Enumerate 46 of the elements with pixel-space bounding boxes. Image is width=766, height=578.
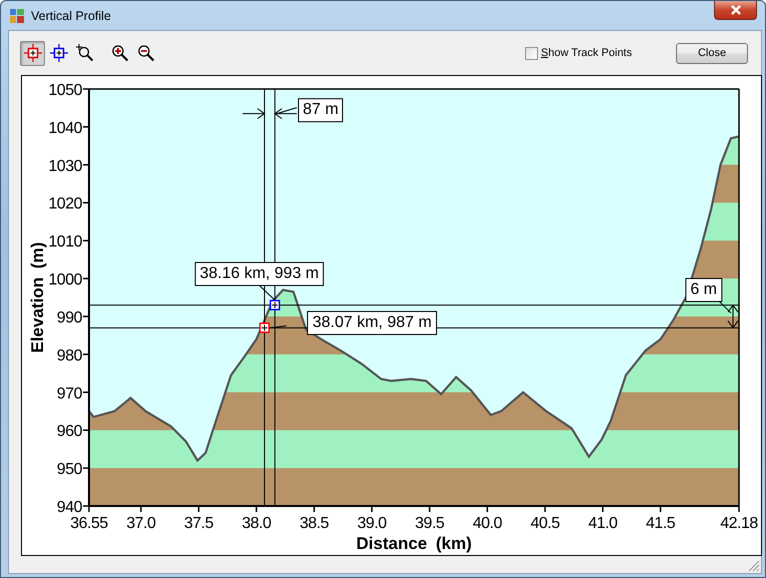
y-tick-label: 1000 xyxy=(48,272,82,289)
checkbox-label[interactable]: Show Track Points xyxy=(540,47,632,59)
leader-line xyxy=(276,107,298,114)
y-tick-label: 1030 xyxy=(48,158,82,175)
distance-arrows xyxy=(242,108,298,120)
app-icon xyxy=(9,8,25,24)
y-tick-label: 990 xyxy=(56,309,82,326)
leader-line xyxy=(718,300,732,314)
x-tick-label: 38.0 xyxy=(242,515,271,532)
y-tick-label: 940 xyxy=(56,499,82,516)
zoom-out-icon xyxy=(136,44,154,62)
close-icon xyxy=(730,5,742,15)
x-tick-label: 39.5 xyxy=(415,515,444,532)
y-tick-label: 960 xyxy=(56,423,82,440)
x-tick-label: 41.0 xyxy=(588,515,618,532)
x-tick-label: 38.5 xyxy=(300,515,329,532)
crosshair-icon xyxy=(24,44,42,62)
distance-label: 87 m xyxy=(298,98,344,122)
x-tick-label: 40.5 xyxy=(530,515,560,532)
height-label: 6 m xyxy=(685,278,722,302)
x-tick-label: 36.55 xyxy=(70,515,108,532)
y-tick-label: 1010 xyxy=(48,234,82,251)
zoom-in-icon xyxy=(110,44,128,62)
y-tick-label: 1020 xyxy=(48,196,82,213)
coordinate-label: 38.16 km, 993 m xyxy=(194,262,324,286)
x-tick-label: 39.0 xyxy=(357,515,386,532)
window-close-button[interactable] xyxy=(714,1,757,20)
y-axis-title: Elevation (m) xyxy=(28,242,47,353)
x-tick-label: 37.0 xyxy=(126,515,156,532)
close-button[interactable]: Close xyxy=(676,42,748,64)
y-tick-label: 950 xyxy=(56,461,82,478)
resize-grip[interactable] xyxy=(748,560,760,572)
x-axis-title: Distance (km) xyxy=(356,534,472,553)
coordinate-label: 38.07 km, 987 m xyxy=(307,310,437,335)
x-tick-label: 40.0 xyxy=(472,515,502,532)
leader-line xyxy=(269,325,287,328)
magnifier-icon xyxy=(76,44,94,62)
checkbox[interactable] xyxy=(524,46,538,60)
window-title: Vertical Profile xyxy=(31,8,111,22)
x-tick-label: 41.5 xyxy=(646,515,676,532)
y-tick-label: 970 xyxy=(56,385,82,402)
y-tick-label: 1050 xyxy=(48,82,82,99)
y-tick-label: 1040 xyxy=(48,120,82,137)
y-tick-label: 980 xyxy=(56,347,82,364)
x-tick-label: 42.18 xyxy=(720,515,758,532)
x-tick-label: 37.5 xyxy=(184,515,214,532)
